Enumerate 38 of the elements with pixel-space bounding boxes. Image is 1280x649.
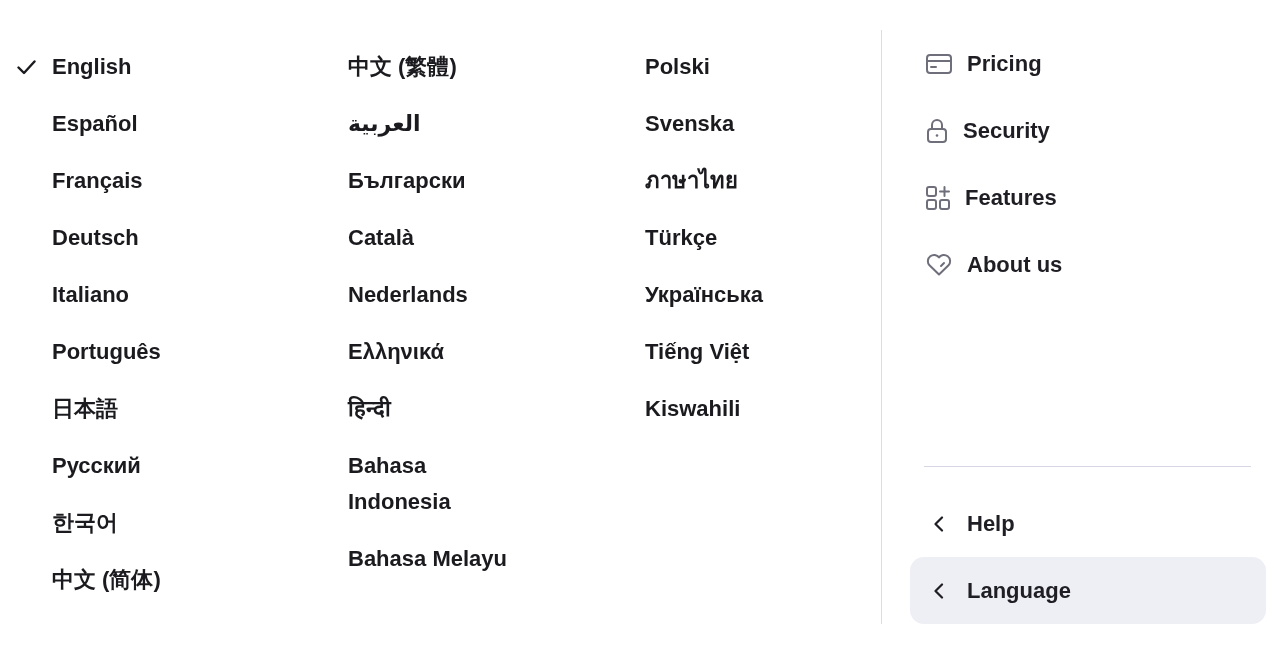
language-option[interactable]: Español bbox=[17, 106, 138, 142]
menu-item[interactable]: Features bbox=[910, 164, 1266, 231]
card-icon bbox=[926, 53, 952, 74]
grid-plus-icon bbox=[926, 185, 950, 210]
language-option[interactable]: Kiswahili bbox=[610, 391, 741, 427]
submenu-item[interactable]: Language bbox=[910, 557, 1266, 624]
language-option[interactable]: Tiếng Việt bbox=[610, 334, 750, 370]
language-option[interactable]: हिन्दी bbox=[313, 391, 391, 427]
language-option[interactable]: Português bbox=[17, 334, 161, 370]
menu-item[interactable]: Pricing bbox=[910, 30, 1266, 97]
language-option[interactable]: Bahasa Melayu bbox=[313, 541, 507, 577]
language-option[interactable]: 中文 (繁體) bbox=[313, 49, 457, 85]
language-option[interactable]: Українська bbox=[610, 277, 763, 313]
language-option[interactable]: Italiano bbox=[17, 277, 129, 313]
language-option[interactable]: العربية bbox=[313, 106, 421, 142]
heart-icon bbox=[926, 253, 952, 276]
language-option[interactable]: Русский bbox=[17, 448, 141, 484]
padlock-icon bbox=[926, 118, 948, 143]
submenu-item[interactable]: Help bbox=[910, 490, 1266, 557]
language-option[interactable]: 中文 (简体) bbox=[17, 562, 161, 598]
language-option[interactable]: Nederlands bbox=[313, 277, 468, 313]
language-option[interactable]: English bbox=[17, 49, 132, 85]
language-option[interactable]: Ελληνικά bbox=[313, 334, 444, 370]
language-option[interactable]: Polski bbox=[610, 49, 710, 85]
chevron-left-icon bbox=[933, 582, 944, 599]
language-option[interactable]: Deutsch bbox=[17, 220, 139, 256]
language-option[interactable]: Català bbox=[313, 220, 415, 256]
language-option[interactable]: Türkçe bbox=[610, 220, 718, 256]
language-option[interactable]: Bahasa Indonesia bbox=[313, 448, 526, 520]
language-option[interactable]: Français bbox=[17, 163, 143, 199]
menu-item[interactable]: About us bbox=[910, 231, 1266, 298]
chevron-left-icon bbox=[933, 515, 944, 532]
menu-item[interactable]: Security bbox=[910, 97, 1266, 164]
language-option[interactable]: 日本語 bbox=[17, 391, 118, 427]
language-option[interactable]: Български bbox=[313, 163, 466, 199]
language-option[interactable]: 한국어 bbox=[17, 505, 118, 541]
language-option[interactable]: ภาษาไทย bbox=[610, 163, 738, 199]
language-option[interactable]: Svenska bbox=[610, 106, 735, 142]
